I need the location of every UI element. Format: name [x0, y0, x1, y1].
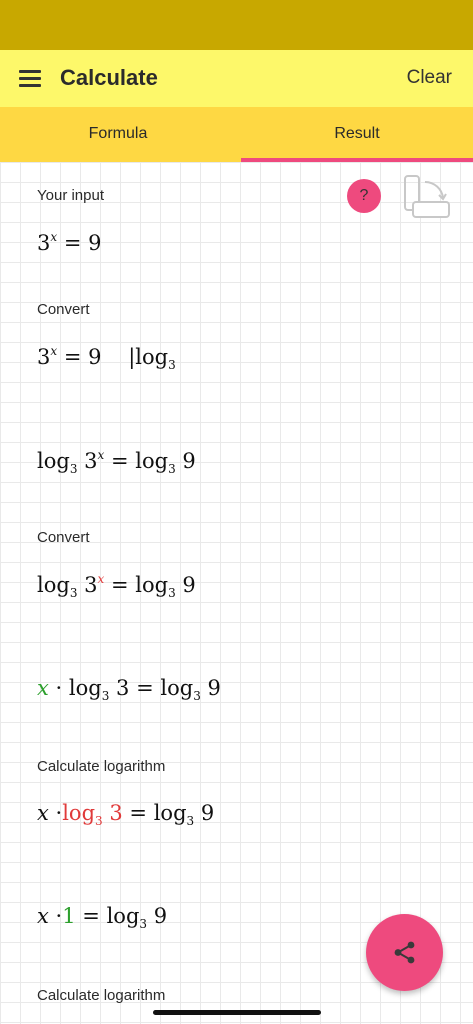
step-label: Calculate logarithm	[37, 987, 166, 1004]
rotate-device-icon[interactable]	[403, 174, 451, 220]
equation: log3 3x = log3 9	[37, 572, 196, 600]
equation: x ·log3 3 = log3 9	[37, 801, 215, 828]
equation: 3x = 9	[37, 230, 102, 255]
clear-button[interactable]: Clear	[407, 67, 452, 89]
page-title: Calculate	[60, 65, 158, 90]
home-indicator	[153, 1010, 321, 1015]
tab-result[interactable]: Result	[241, 107, 473, 162]
equation: x ·1 = log3 9	[37, 904, 168, 931]
app-bar: Calculate Clear	[0, 50, 473, 107]
status-bar	[0, 0, 473, 50]
tab-bar: Formula Result	[0, 107, 473, 162]
step-label: Convert	[37, 301, 90, 318]
tab-formula[interactable]: Formula	[0, 107, 236, 162]
help-button[interactable]: ?	[347, 179, 381, 213]
step-label: Convert	[37, 529, 90, 546]
share-icon	[394, 941, 415, 964]
share-button[interactable]	[366, 914, 443, 991]
step-label: Your input	[37, 187, 105, 204]
equation: 3x = 9 |log3	[37, 344, 176, 372]
equation: log3 3x = log3 9	[37, 448, 196, 476]
hamburger-menu-icon[interactable]	[19, 70, 41, 87]
step-label: Calculate logarithm	[37, 758, 166, 775]
equation: x · log3 3 = log3 9	[37, 676, 221, 703]
result-content[interactable]: Your input 3x = 9 Convert 3x = 9 |log3 l…	[0, 162, 473, 1024]
